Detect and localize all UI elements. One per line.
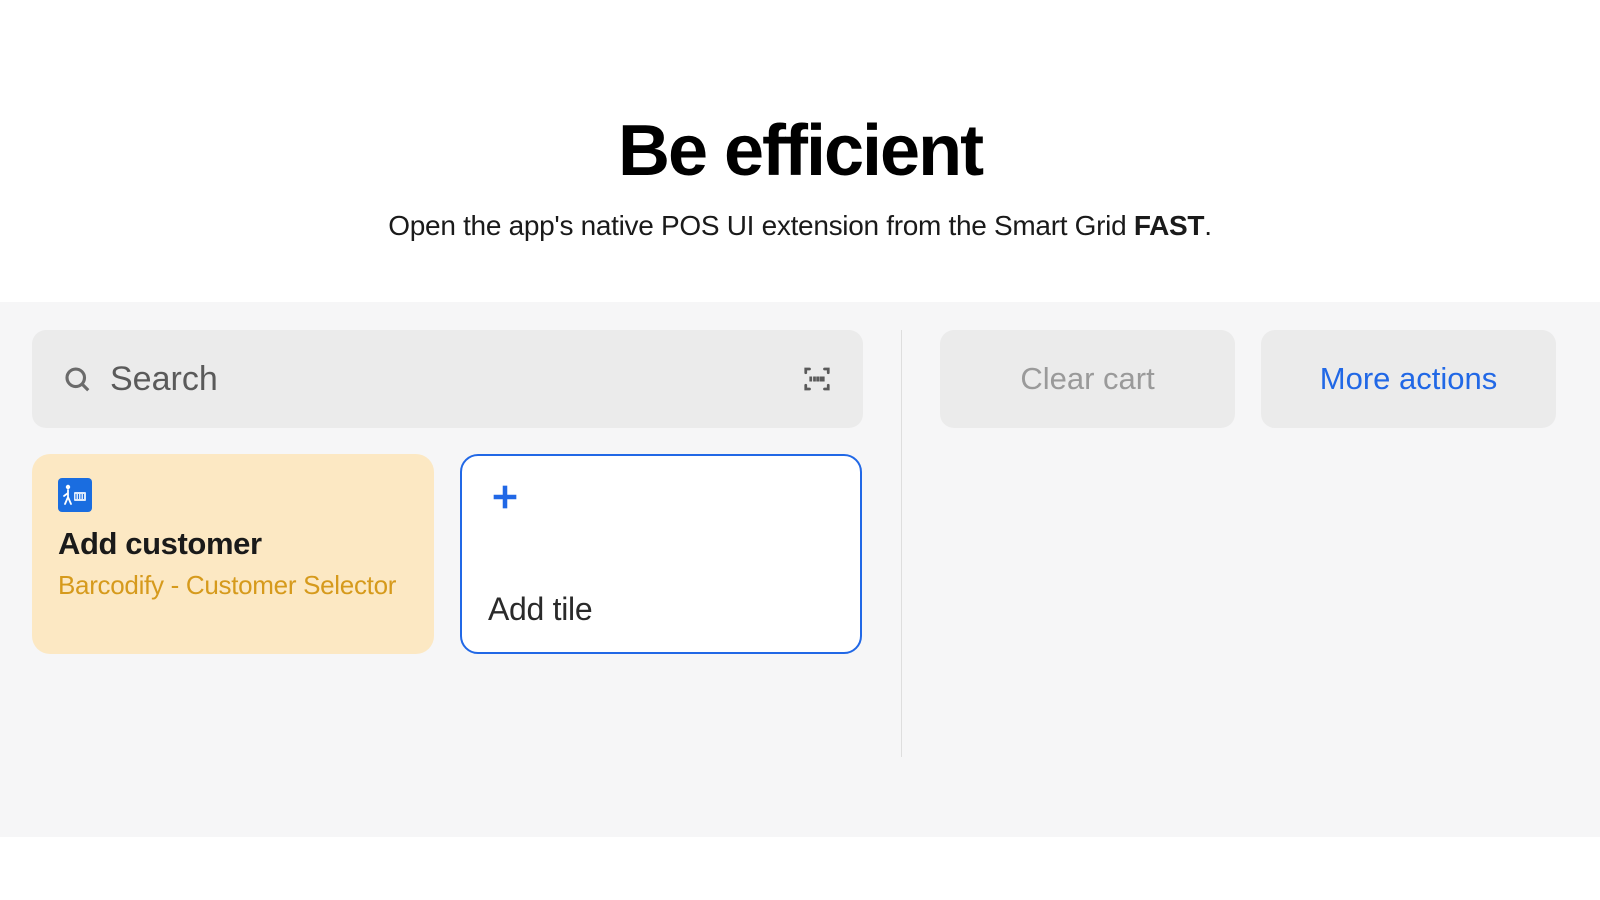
pos-panel: Search xyxy=(0,302,1600,837)
more-actions-button[interactable]: More actions xyxy=(1261,330,1556,428)
search-placeholder: Search xyxy=(110,360,783,399)
search-bar[interactable]: Search xyxy=(32,330,863,428)
barcode-scan-icon[interactable] xyxy=(801,363,833,395)
tile-customer-title: Add customer xyxy=(58,526,408,562)
hero-subtitle-pre: Open the app's native POS UI extension f… xyxy=(388,210,1134,241)
tile-customer-subtitle: Barcodify - Customer Selector xyxy=(58,570,408,601)
clear-cart-button[interactable]: Clear cart xyxy=(940,330,1235,428)
add-tile-label: Add tile xyxy=(488,591,834,628)
hero-subtitle: Open the app's native POS UI extension f… xyxy=(0,210,1600,242)
right-column: Clear cart More actions xyxy=(902,330,1568,757)
hero-section: Be efficient Open the app's native POS U… xyxy=(0,0,1600,302)
search-icon xyxy=(62,364,92,394)
hero-title: Be efficient xyxy=(0,110,1600,192)
tiles-row: Add customer Barcodify - Customer Select… xyxy=(32,454,863,654)
add-customer-tile[interactable]: Add customer Barcodify - Customer Select… xyxy=(32,454,434,654)
left-column: Search xyxy=(32,330,902,757)
app-icon xyxy=(58,478,92,512)
add-tile-button[interactable]: Add tile xyxy=(460,454,862,654)
person-walking-icon xyxy=(62,484,88,506)
hero-subtitle-post: . xyxy=(1204,210,1211,241)
plus-icon xyxy=(488,480,834,514)
hero-subtitle-bold: FAST xyxy=(1134,210,1204,241)
